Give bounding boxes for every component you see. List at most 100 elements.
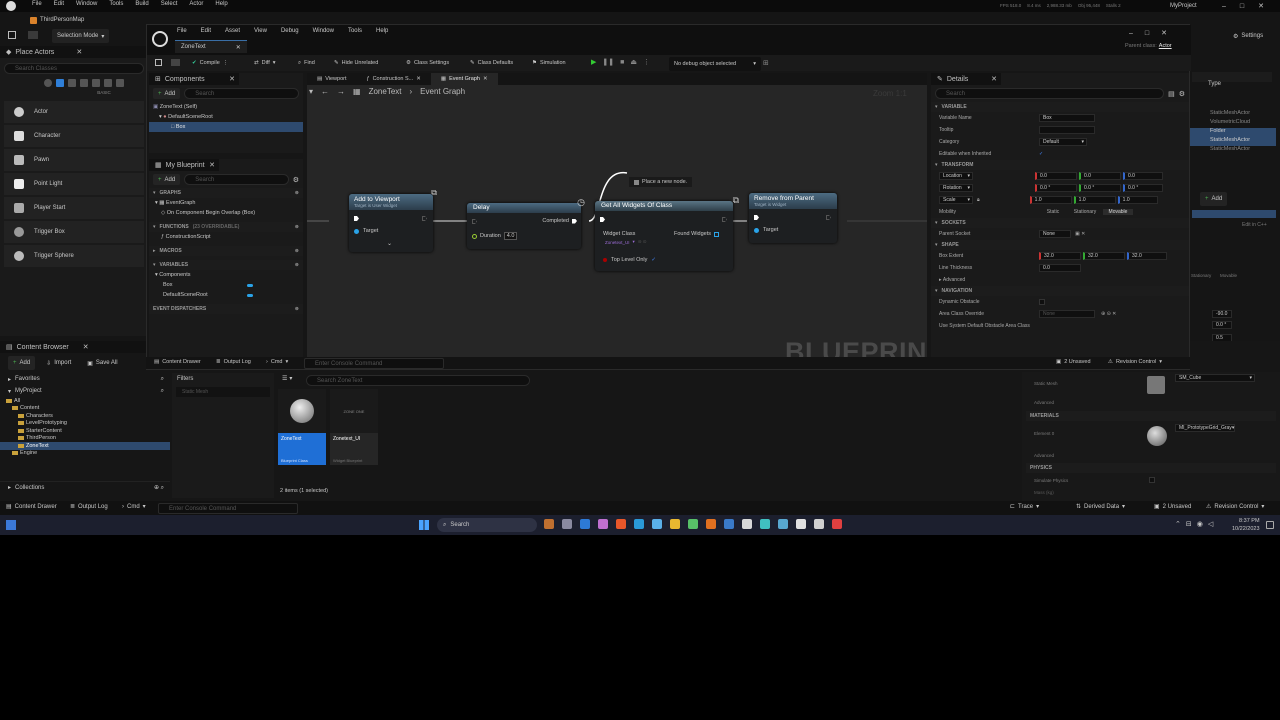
- actor-item-actor[interactable]: Actor: [4, 101, 144, 123]
- expand-node-icon[interactable]: ⌄: [387, 240, 392, 247]
- add-graph-icon[interactable]: ⊕: [295, 190, 299, 196]
- asset-tile[interactable]: ZONE ONE Zonetext_UI Widget Blueprint: [330, 389, 378, 465]
- file-explorer-icon[interactable]: [562, 519, 572, 529]
- edit-cpp-link[interactable]: Edit in C++: [1242, 222, 1267, 228]
- components-search[interactable]: Search: [184, 88, 299, 99]
- overlap-event-item[interactable]: ◇ On Component Begin Overlap (Box): [149, 208, 303, 218]
- chrome-icon[interactable]: [832, 519, 842, 529]
- lock-icon[interactable]: 🔒︎: [977, 197, 980, 203]
- event-graph-item[interactable]: ▾ ▦ EventGraph: [149, 198, 303, 208]
- unreal-logo-icon[interactable]: [152, 31, 168, 47]
- actor-item-point-light[interactable]: Point Light: [4, 173, 144, 195]
- add-variable-icon[interactable]: ⊕: [295, 262, 299, 268]
- extent-z[interactable]: 32.0: [1127, 252, 1167, 260]
- shape-advanced-row[interactable]: ▸ Advanced: [931, 274, 1189, 286]
- compile-button[interactable]: ✔ Compile ⋮: [187, 56, 233, 70]
- close-icon[interactable]: ✕: [1161, 29, 1167, 37]
- macros-section[interactable]: ▸ MACROS ⊕: [149, 246, 303, 256]
- actor-item-trigger-sphere[interactable]: Trigger Sphere: [4, 245, 144, 267]
- all-classes-icon[interactable]: [116, 79, 124, 87]
- selection-mode-dropdown[interactable]: Selection Mode ▾: [52, 29, 110, 43]
- add-function-icon[interactable]: ⊕: [295, 224, 299, 230]
- output-log-button[interactable]: ≣ Output Log: [70, 503, 108, 511]
- mobility-movable[interactable]: Movable: [1103, 209, 1133, 215]
- bp-menu-item-asset[interactable]: Asset: [225, 28, 240, 34]
- bp-menu-item-file[interactable]: File: [177, 28, 187, 34]
- search-icon[interactable]: ⌕: [161, 376, 164, 383]
- shapes-icon[interactable]: [80, 79, 88, 87]
- photos-icon[interactable]: [598, 519, 608, 529]
- bp-unsaved-button[interactable]: ▣ 2 Unsaved: [1056, 359, 1091, 365]
- unreal-logo-icon[interactable]: [6, 1, 16, 11]
- widgets-icon[interactable]: [6, 520, 16, 530]
- exec-in-pin[interactable]: [600, 217, 605, 222]
- checkbox-checked-icon[interactable]: ✓: [651, 257, 656, 263]
- eject-icon[interactable]: ⏏: [630, 58, 637, 66]
- notepad-icon[interactable]: [760, 519, 770, 529]
- taskbar-search[interactable]: ⌕ Search: [437, 518, 537, 532]
- component-self[interactable]: ▣ ZoneText (Self): [149, 102, 303, 112]
- class-settings-button[interactable]: ⚙ Class Settings: [401, 56, 454, 70]
- add-macro-icon[interactable]: ⊕: [295, 248, 299, 254]
- revision-control-button[interactable]: ⚠ Revision Control ▾: [1206, 503, 1264, 511]
- rotation-dropdown[interactable]: Rotation ▾: [939, 184, 973, 192]
- store-icon[interactable]: [652, 519, 662, 529]
- transform-section[interactable]: ▾ TRANSFORM: [931, 160, 1189, 170]
- search-icon[interactable]: ⌕: [161, 388, 164, 395]
- bp-menu-item-tools[interactable]: Tools: [348, 28, 362, 34]
- completed-pin[interactable]: Completed: [542, 218, 577, 224]
- outliner-rot-value-2[interactable]: 0.0 °: [1212, 321, 1232, 329]
- area-class-dropdown[interactable]: None: [1039, 310, 1095, 318]
- map-tab[interactable]: ThirdPersonMap: [30, 14, 84, 26]
- diff-button[interactable]: ⇄ Diff ▾: [249, 56, 281, 70]
- variable-section[interactable]: ▾ VARIABLE: [931, 102, 1189, 112]
- notification-icon[interactable]: [1266, 521, 1274, 529]
- bp-menu-item-debug[interactable]: Debug: [281, 28, 299, 34]
- blender-icon[interactable]: [706, 519, 716, 529]
- debug-object-dropdown[interactable]: No debug object selected ▾: [669, 57, 761, 71]
- outliner-type-row[interactable]: StaticMeshActor: [1190, 137, 1276, 146]
- exec-in-pin[interactable]: [472, 219, 477, 224]
- close-tab-icon[interactable]: ✕: [229, 75, 235, 83]
- bp-console-input[interactable]: Enter Console Command: [304, 358, 444, 369]
- exec-in-pin[interactable]: [354, 216, 359, 221]
- edge-icon[interactable]: [634, 519, 644, 529]
- settings-button[interactable]: ⚙ Settings: [1228, 29, 1268, 43]
- rotation-x[interactable]: 0.0 °: [1035, 184, 1077, 192]
- close-tab-icon[interactable]: ✕: [236, 44, 241, 51]
- menu-item-window[interactable]: Window: [76, 1, 97, 7]
- media-icon[interactable]: [688, 519, 698, 529]
- terminal-icon[interactable]: [778, 519, 788, 529]
- editable-checkbox[interactable]: ✓: [1039, 151, 1043, 157]
- bp-asset-tab[interactable]: ZoneText ✕: [175, 40, 247, 53]
- folder-all[interactable]: All: [0, 397, 170, 405]
- find-button[interactable]: ⌕ Find: [293, 56, 320, 70]
- gear-icon[interactable]: ⚙: [1179, 90, 1185, 98]
- lights-icon[interactable]: [68, 79, 76, 87]
- gear-icon[interactable]: ⚙: [293, 176, 299, 184]
- place-actors-search[interactable]: Search Classes: [4, 63, 144, 74]
- volume-icon[interactable]: ◁: [1208, 520, 1213, 528]
- favorites-header[interactable]: ▸ Favorites ⌕: [0, 373, 170, 385]
- content-icon[interactable]: [28, 31, 38, 39]
- bp-cmd-dropdown[interactable]: › Cmd ▾: [266, 359, 288, 365]
- scale-dropdown[interactable]: Scale ▾: [939, 196, 973, 204]
- volumes-icon[interactable]: [104, 79, 112, 87]
- actor-item-character[interactable]: Character: [4, 125, 144, 147]
- folder-levelprototyping[interactable]: LevelPrototyping: [0, 420, 170, 428]
- node-add-to-viewport[interactable]: Add to Viewport Target is User Widget ⧉ …: [349, 188, 437, 252]
- minimize-icon[interactable]: –: [1129, 30, 1133, 37]
- chevron-up-icon[interactable]: ⌃: [1175, 520, 1181, 528]
- pause-icon[interactable]: ❚❚: [602, 58, 614, 66]
- target-pin[interactable]: Target: [354, 228, 378, 234]
- close-icon[interactable]: ✕: [1258, 2, 1264, 10]
- static-mesh-filter[interactable]: Static Mesh: [176, 387, 270, 397]
- asset-tile[interactable]: ZoneText Blueprint Class: [278, 389, 326, 465]
- folder-characters[interactable]: Characters: [0, 412, 170, 420]
- settings-icon[interactable]: [742, 519, 752, 529]
- console-input[interactable]: Enter Console Command: [158, 503, 298, 514]
- my-bp-add-button[interactable]: + Add: [153, 174, 181, 185]
- basic-icon[interactable]: [56, 79, 64, 87]
- variable-name-input[interactable]: Box: [1039, 114, 1095, 122]
- firefox-icon[interactable]: [616, 519, 626, 529]
